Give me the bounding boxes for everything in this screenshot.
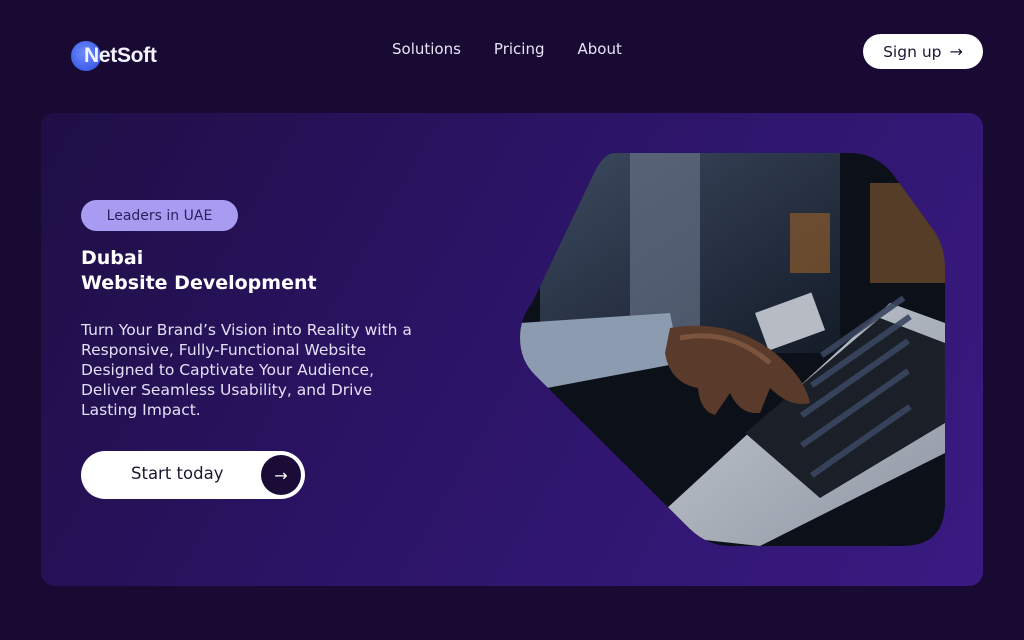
nav-solutions[interactable]: Solutions bbox=[392, 40, 461, 58]
main-nav: Solutions Pricing About bbox=[392, 40, 622, 58]
hero-badge: Leaders in UAE bbox=[81, 200, 238, 231]
start-today-label: Start today bbox=[131, 464, 224, 483]
hero-card: Leaders in UAE Dubai Website Development… bbox=[41, 113, 983, 586]
sign-up-label: Sign up bbox=[883, 42, 942, 61]
hero-title-line1: Dubai bbox=[81, 247, 144, 269]
sign-up-button[interactable]: Sign up → bbox=[863, 34, 983, 69]
start-today-button[interactable]: Start today → bbox=[81, 451, 305, 499]
hero-title: Dubai Website Development bbox=[81, 246, 317, 296]
logo[interactable]: NetSoft bbox=[70, 38, 157, 74]
arrow-right-icon: → bbox=[949, 42, 963, 61]
logo-text: NetSoft bbox=[84, 44, 157, 67]
nav-about[interactable]: About bbox=[577, 40, 621, 58]
site-header: NetSoft Solutions Pricing About Sign up … bbox=[0, 0, 1024, 100]
laptop-photo bbox=[520, 153, 945, 546]
arrow-right-icon: → bbox=[261, 455, 301, 495]
hero-image bbox=[520, 153, 945, 546]
hero-title-line2: Website Development bbox=[81, 272, 317, 294]
nav-pricing[interactable]: Pricing bbox=[494, 40, 545, 58]
hero-description: Turn Your Brand’s Vision into Reality wi… bbox=[81, 321, 412, 419]
